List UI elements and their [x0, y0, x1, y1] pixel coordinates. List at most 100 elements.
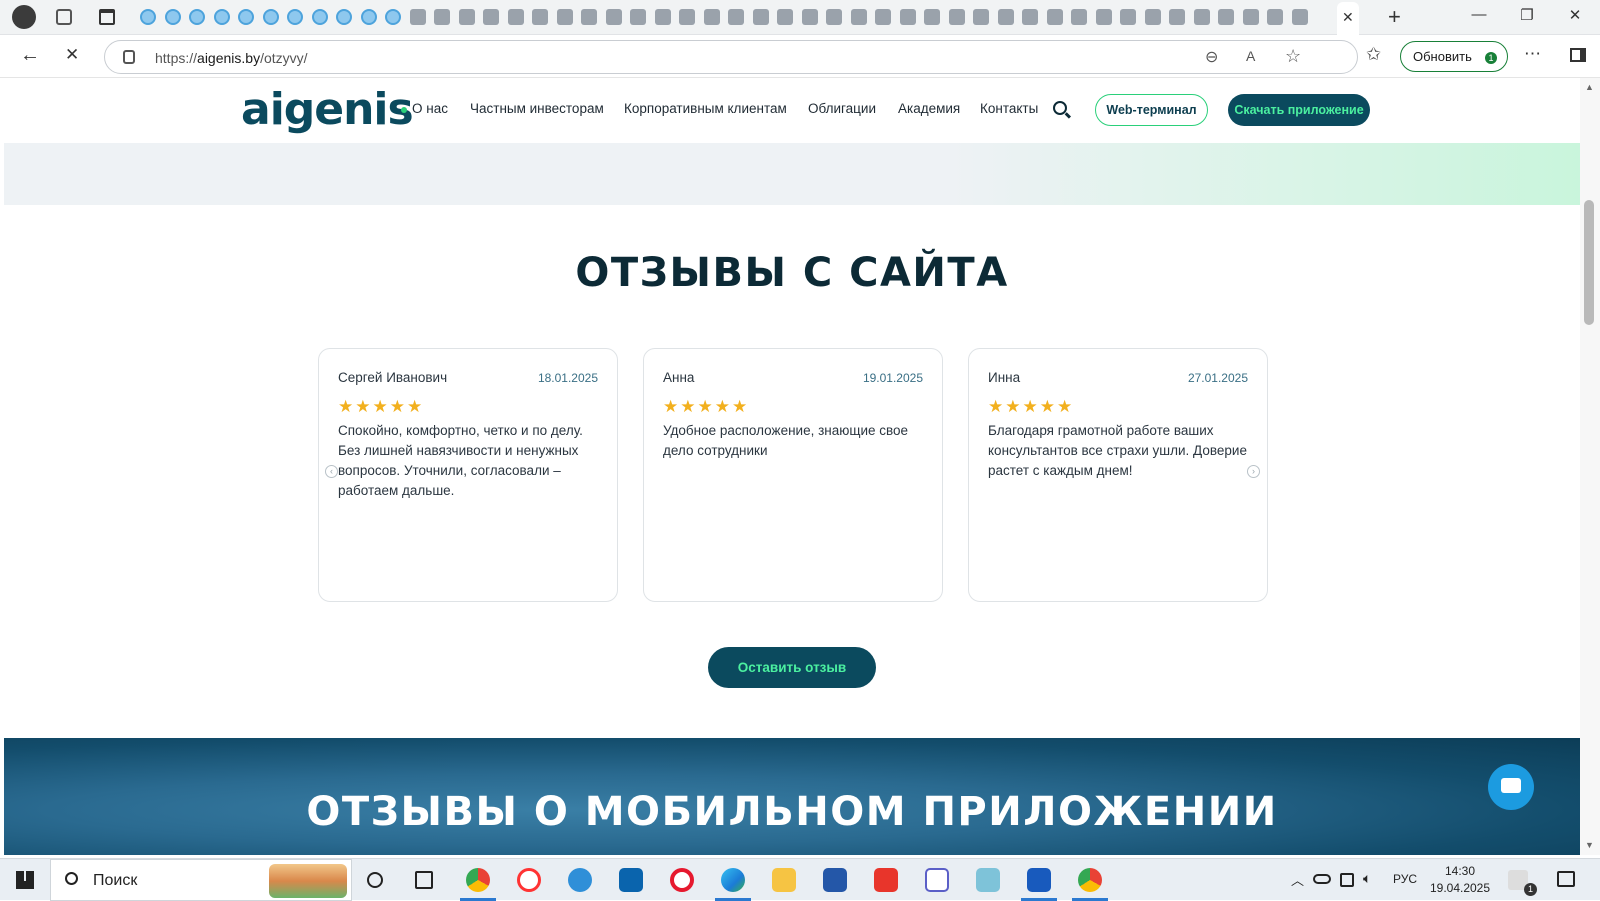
carousel-next-icon[interactable]: ›	[1247, 465, 1260, 478]
pinned-tab-icon[interactable]	[434, 9, 450, 25]
nav-academy[interactable]: Академия	[898, 101, 960, 116]
pinned-tab-icon[interactable]	[532, 9, 548, 25]
pinned-tab-icon[interactable]	[483, 9, 499, 25]
pinned-tab-icon[interactable]	[336, 9, 352, 25]
site-logo[interactable]: aigenis	[241, 84, 414, 135]
scroll-up-icon[interactable]: ▲	[1585, 82, 1594, 92]
pinned-tab-icon[interactable]	[556, 9, 573, 25]
pinned-tab-icon[interactable]	[140, 9, 156, 25]
pinned-tab-icon[interactable]	[458, 9, 475, 25]
pinned-tab-icon[interactable]	[385, 9, 401, 25]
tray-chevron-icon[interactable]: ︿	[1291, 870, 1304, 889]
taskbar-clock[interactable]: 14:30 19.04.2025	[1427, 863, 1493, 897]
chat-button[interactable]	[1488, 764, 1534, 810]
pinned-tab-icon[interactable]	[1169, 9, 1185, 25]
pinned-tab-icon[interactable]	[777, 9, 793, 25]
scrollbar-track[interactable]: ▲ ▼	[1580, 78, 1600, 855]
pinned-tab-icon[interactable]	[507, 9, 524, 25]
nav-contacts[interactable]: Контакты	[980, 101, 1038, 116]
edge-icon[interactable]	[721, 868, 745, 892]
pinned-tab-icon[interactable]	[630, 9, 646, 25]
task-view-icon[interactable]	[415, 871, 433, 889]
nav-private-investors[interactable]: Частным инвесторам	[470, 101, 604, 116]
network-app-icon[interactable]	[823, 868, 847, 892]
pinned-tab-icon[interactable]	[1218, 9, 1234, 25]
pinned-tab-icon[interactable]	[875, 9, 891, 25]
pinned-tab-icon[interactable]	[826, 9, 842, 25]
pinned-tab-icon[interactable]	[654, 9, 671, 25]
update-button[interactable]: Обновить 1	[1400, 41, 1508, 72]
outlook-icon[interactable]	[619, 868, 643, 892]
pinned-tab-icon[interactable]	[1193, 9, 1210, 25]
pinned-tab-icon[interactable]	[1022, 9, 1038, 25]
onedrive-icon[interactable]	[1313, 874, 1331, 884]
profile-avatar[interactable]	[12, 5, 36, 29]
close-window-icon[interactable]: ✕	[1560, 6, 1590, 24]
tab-actions-icon[interactable]	[99, 9, 115, 25]
pinned-tab-icon[interactable]	[850, 9, 867, 25]
url-field[interactable]: https://aigenis.by/otzyvy/ ⊖ A ☆	[104, 40, 1358, 74]
pinned-tab-icon[interactable]	[1046, 9, 1063, 25]
language-indicator[interactable]: РУС	[1393, 872, 1417, 886]
pinned-tab-icon[interactable]	[581, 9, 597, 25]
pinned-tab-icon[interactable]	[1120, 9, 1136, 25]
pinned-tab-icon[interactable]	[1242, 9, 1259, 25]
read-aloud-icon[interactable]: A	[1246, 48, 1255, 64]
pinned-tab-icon[interactable]	[238, 9, 254, 25]
word-icon[interactable]	[1027, 868, 1051, 892]
pinned-tab-icon[interactable]	[287, 9, 303, 25]
cortana-icon[interactable]	[367, 872, 383, 888]
download-app-button[interactable]: Скачать приложение	[1228, 94, 1370, 126]
pinned-tab-icon[interactable]	[679, 9, 695, 25]
nav-about[interactable]: О нас	[412, 101, 448, 116]
back-icon[interactable]: ←	[20, 44, 40, 67]
pinned-tab-icon[interactable]	[360, 9, 377, 25]
pinned-tab-icon[interactable]	[1071, 9, 1087, 25]
pinned-tab-icon[interactable]	[973, 9, 989, 25]
pinned-tab-icon[interactable]	[1144, 9, 1161, 25]
chrome-color-icon[interactable]	[466, 868, 490, 892]
new-tab-icon[interactable]: +	[1388, 4, 1401, 30]
pinned-tab-icon[interactable]	[752, 9, 769, 25]
stop-loading-icon[interactable]: ✕	[65, 45, 79, 65]
opera-icon[interactable]	[670, 868, 694, 892]
pinned-tab-icon[interactable]	[1267, 9, 1283, 25]
power-icon[interactable]	[1340, 873, 1354, 887]
notes-app-icon[interactable]	[976, 868, 1000, 892]
pinned-tab-icon[interactable]	[801, 9, 818, 25]
pinned-tab-icon[interactable]	[262, 9, 279, 25]
pinned-tab-icon[interactable]	[164, 9, 181, 25]
scrollbar-thumb[interactable]	[1584, 200, 1594, 325]
mail-app-icon[interactable]	[925, 868, 949, 892]
pinned-tab-icon[interactable]	[189, 9, 205, 25]
anydesk-icon[interactable]	[874, 868, 898, 892]
yandex-browser-icon[interactable]	[517, 868, 541, 892]
restore-icon[interactable]: ❐	[1512, 6, 1542, 24]
sidebar-toggle-icon[interactable]	[1570, 48, 1586, 62]
pinned-tab-icon[interactable]	[924, 9, 940, 25]
leave-review-button[interactable]: Оставить отзыв	[708, 647, 876, 688]
pinned-tab-icon[interactable]	[997, 9, 1014, 25]
active-tab[interactable]: ✕	[1337, 2, 1359, 35]
pinned-tab-icon[interactable]	[703, 9, 720, 25]
zoom-out-icon[interactable]: ⊖	[1205, 47, 1218, 67]
more-menu-icon[interactable]: ⋯	[1524, 44, 1541, 64]
web-terminal-button[interactable]: Web-терминал	[1095, 94, 1208, 126]
internet-explorer-icon[interactable]	[568, 868, 592, 892]
scroll-down-icon[interactable]: ▼	[1585, 840, 1594, 850]
pinned-tab-icon[interactable]	[409, 9, 426, 25]
pinned-tab-icon[interactable]	[1291, 9, 1308, 25]
pinned-tab-icon[interactable]	[213, 9, 230, 25]
url-text[interactable]: https://aigenis.by/otzyvy/	[155, 50, 308, 66]
pinned-tab-icon[interactable]	[728, 9, 744, 25]
pinned-tab-icon[interactable]	[948, 9, 965, 25]
file-explorer-icon[interactable]	[772, 868, 796, 892]
taskbar-search[interactable]: Поиск	[50, 859, 352, 901]
action-center-icon[interactable]	[1557, 871, 1575, 887]
pinned-tab-icon[interactable]	[1095, 9, 1112, 25]
volume-icon[interactable]: 🔈︎	[1363, 870, 1371, 887]
favorites-icon[interactable]: ✩	[1366, 44, 1381, 65]
lock-icon[interactable]	[123, 50, 135, 64]
nav-corporate-clients[interactable]: Корпоративным клиентам	[624, 101, 787, 116]
workspaces-icon[interactable]	[56, 9, 72, 25]
